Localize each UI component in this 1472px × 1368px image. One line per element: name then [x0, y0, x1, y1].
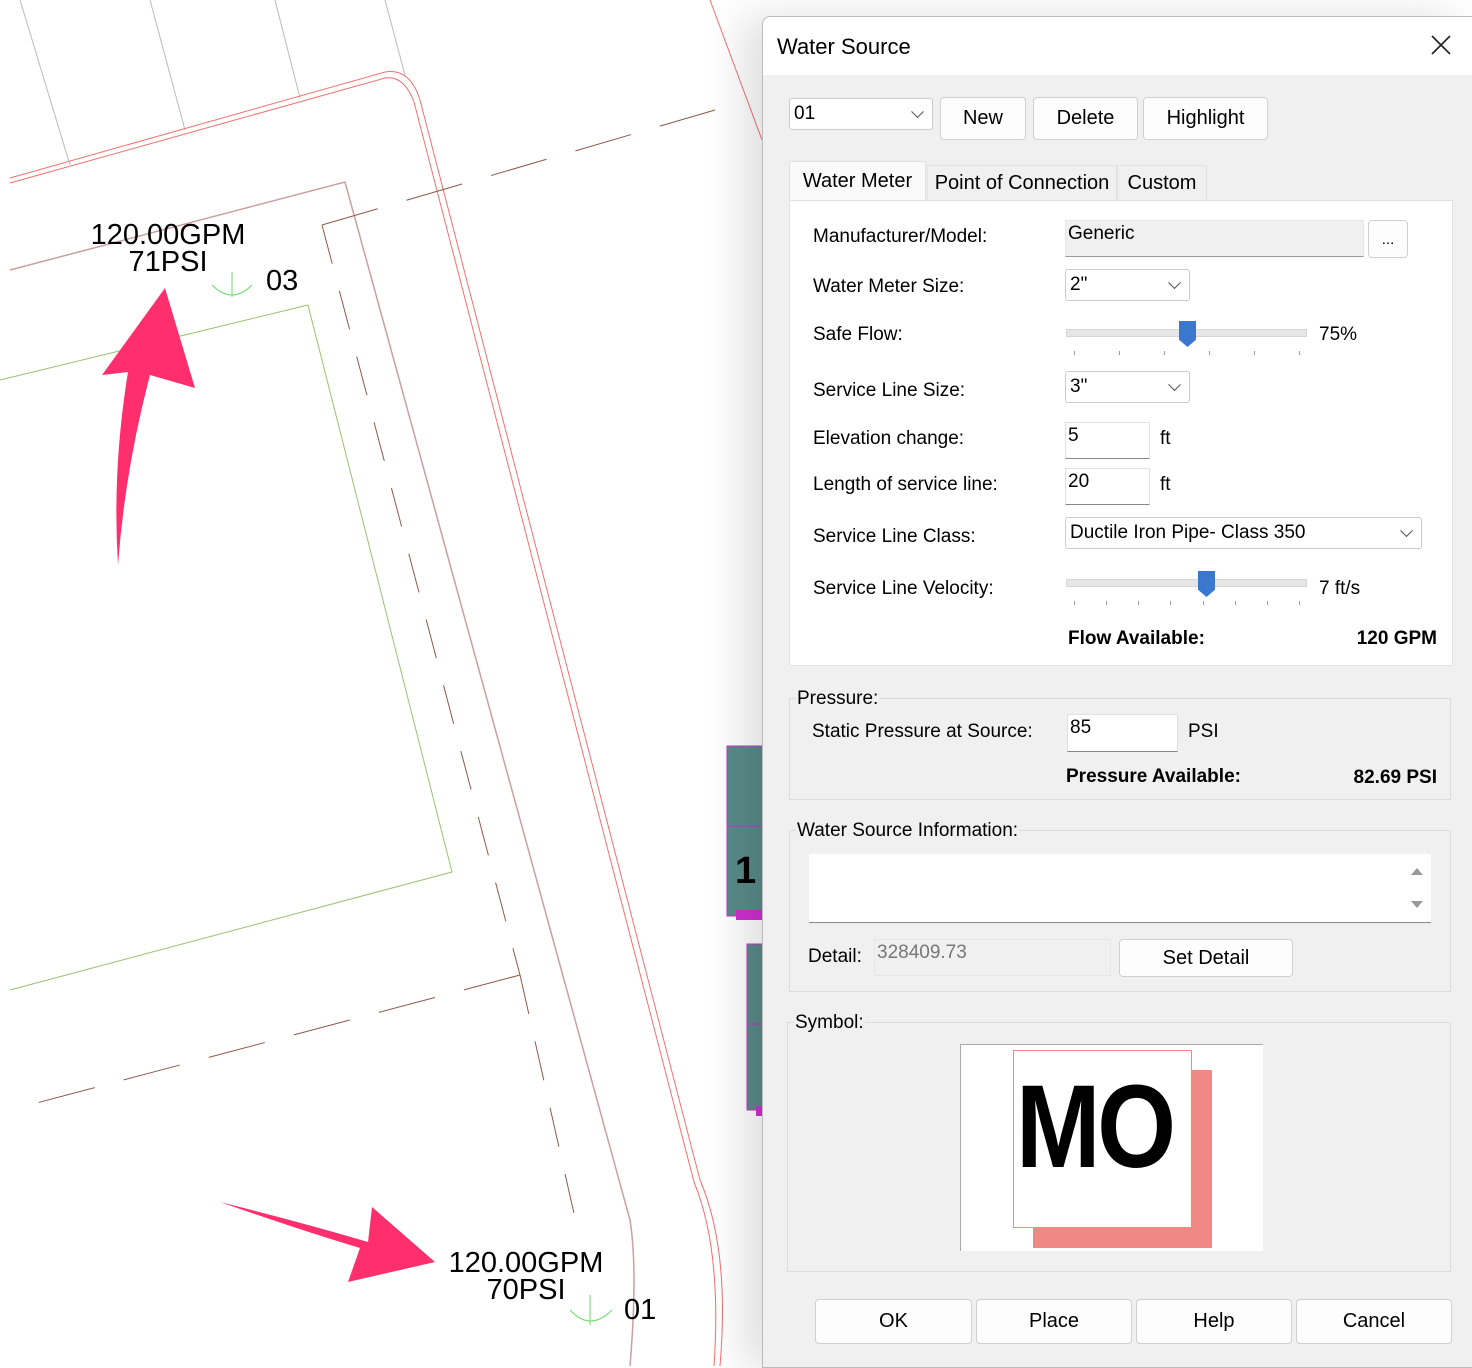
slider-tick	[1164, 351, 1165, 355]
service-line-class-label: Service Line Class:	[813, 526, 976, 547]
symbol-text: MO	[1016, 1061, 1176, 1193]
scroll-up-icon[interactable]	[1411, 868, 1423, 875]
scroll-down-icon[interactable]	[1411, 901, 1423, 908]
static-pressure-unit: PSI	[1188, 721, 1219, 742]
symbol-preview: MO	[960, 1044, 1263, 1251]
velocity-value: 7 ft/s	[1319, 578, 1361, 599]
flow-label-03: 120.00GPM 71PSI	[88, 219, 248, 278]
close-icon[interactable]	[1427, 31, 1455, 59]
slider-tick	[1254, 351, 1255, 355]
elevation-label: Elevation change:	[813, 428, 965, 449]
manufacturer-field: Generic	[1065, 220, 1364, 257]
detail-label: Detail:	[808, 946, 862, 967]
chevron-down-icon	[911, 105, 924, 119]
flow-value: 120.00GPM	[90, 219, 246, 251]
flow-label-01: 120.00GPM 70PSI	[446, 1247, 606, 1306]
detail-field: 328409.73	[874, 939, 1111, 976]
manufacturer-label: Manufacturer/Model:	[813, 226, 988, 247]
safe-flow-label: Safe Flow:	[813, 324, 903, 345]
flow-value: 120.00GPM	[448, 1247, 604, 1279]
tab-water-meter[interactable]: Water Meter	[789, 161, 926, 201]
service-line-size-select[interactable]: 3"	[1065, 371, 1190, 403]
water-source-dialog: Water Source 01 New Delete Highlight Wat…	[762, 16, 1472, 1368]
info-textarea[interactable]	[809, 854, 1431, 923]
slider-tick	[1119, 351, 1120, 355]
cancel-button[interactable]: Cancel	[1296, 1299, 1452, 1344]
new-button[interactable]: New	[940, 97, 1026, 140]
partial-block-label: 1	[735, 850, 757, 892]
slider-tick	[1266, 601, 1268, 605]
length-input[interactable]: 20	[1065, 468, 1150, 505]
source-select[interactable]: 01	[789, 98, 933, 130]
set-detail-button[interactable]: Set Detail	[1119, 939, 1293, 977]
pressure-value: 71PSI	[128, 246, 208, 278]
annotation-arrow-up	[102, 288, 195, 565]
elevation-unit: ft	[1160, 428, 1171, 449]
safe-flow-value: 75%	[1319, 324, 1358, 345]
place-button[interactable]: Place	[976, 1299, 1132, 1344]
static-pressure-input[interactable]: 85	[1067, 714, 1178, 752]
meter-size-value: 2"	[1070, 274, 1088, 295]
flow-available-value: 120 GPM	[1356, 628, 1437, 649]
slider-tick	[1074, 351, 1075, 355]
slider-tick	[1170, 601, 1172, 605]
length-unit: ft	[1160, 474, 1171, 495]
chevron-down-icon	[1168, 378, 1181, 392]
slider-tick	[1234, 601, 1236, 605]
pressure-available-value: 82.69 PSI	[1353, 767, 1437, 788]
symbol-legend: Symbol:	[794, 1012, 865, 1034]
title-bar: Water Source	[763, 17, 1472, 75]
slider-tick	[1106, 601, 1108, 605]
pressure-available-label: Pressure Available:	[1066, 766, 1241, 787]
slider-tick	[1299, 351, 1300, 355]
slider-tick	[1299, 601, 1300, 605]
slider-tick	[1074, 601, 1075, 605]
source-id-03: 03	[266, 265, 299, 297]
slider-tick	[1138, 601, 1140, 605]
pressure-legend: Pressure:	[796, 688, 880, 710]
service-line-class-value: Ductile Iron Pipe- Class 350	[1070, 522, 1306, 543]
slider-tick	[1202, 601, 1204, 605]
chevron-down-icon	[1400, 524, 1413, 538]
tab-point-of-connection[interactable]: Point of Connection	[927, 165, 1117, 201]
symbol-box: MO	[1013, 1050, 1192, 1228]
length-label: Length of service line:	[813, 474, 998, 495]
slider-tick	[1209, 351, 1210, 355]
help-button[interactable]: Help	[1136, 1299, 1292, 1344]
velocity-label: Service Line Velocity:	[813, 578, 994, 599]
service-line-class-select[interactable]: Ductile Iron Pipe- Class 350	[1065, 517, 1422, 549]
pressure-value: 70PSI	[486, 1274, 566, 1306]
annotation-arrow-right	[220, 1202, 435, 1282]
tab-custom[interactable]: Custom	[1117, 165, 1207, 201]
meter-size-select[interactable]: 2"	[1065, 269, 1190, 301]
service-line-size-value: 3"	[1070, 376, 1088, 397]
service-line-size-label: Service Line Size:	[813, 380, 966, 401]
elevation-input[interactable]: 5	[1065, 422, 1150, 459]
flow-available-label: Flow Available:	[1068, 628, 1205, 649]
dialog-title: Water Source	[777, 34, 911, 59]
static-pressure-label: Static Pressure at Source:	[812, 721, 1033, 742]
chevron-down-icon	[1168, 276, 1181, 290]
info-scrollbar[interactable]	[1401, 854, 1431, 922]
velocity-slider-track[interactable]	[1066, 579, 1307, 587]
delete-button[interactable]: Delete	[1033, 97, 1138, 140]
browse-button[interactable]: ...	[1368, 220, 1408, 258]
highlight-button[interactable]: Highlight	[1143, 97, 1268, 140]
info-legend: Water Source Information:	[796, 820, 1020, 842]
meter-size-label: Water Meter Size:	[813, 276, 965, 297]
source-select-value: 01	[794, 103, 816, 124]
cad-drawing-canvas[interactable]	[0, 0, 780, 1366]
source-id-01: 01	[624, 1294, 657, 1326]
ok-button[interactable]: OK	[815, 1299, 972, 1344]
